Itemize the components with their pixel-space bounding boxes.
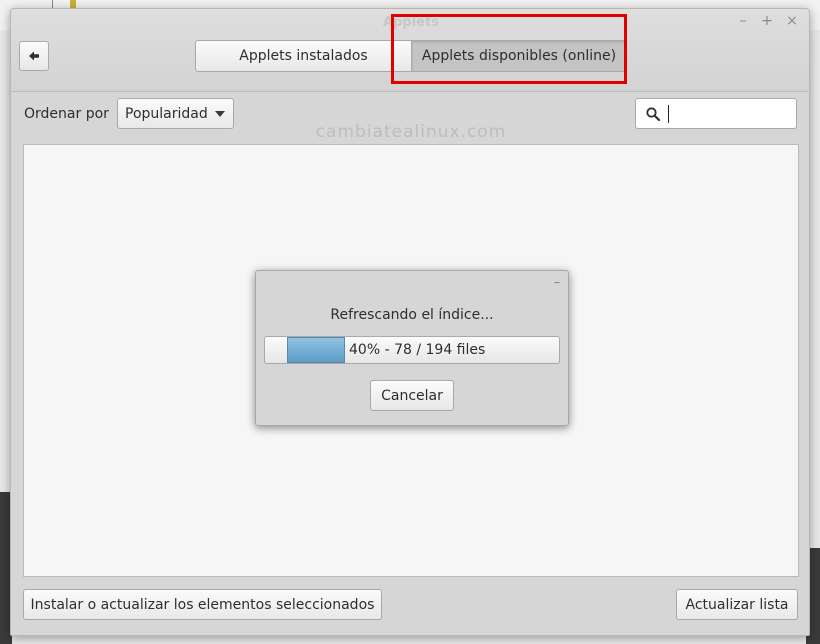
close-button[interactable]: × <box>783 12 801 30</box>
tab-installed-applets[interactable]: Applets instalados <box>195 40 411 72</box>
header-bar: Applets – + × Applets instalados Applets… <box>11 9 809 92</box>
desktop-detail <box>70 0 76 8</box>
cancel-button[interactable]: Cancelar <box>370 380 454 411</box>
minimize-button[interactable]: – <box>734 12 752 30</box>
tab-available-online[interactable]: Applets disponibles (online) <box>411 40 627 72</box>
progress-text: 40% - 78 / 194 files <box>349 342 486 358</box>
install-update-button[interactable]: Instalar o actualizar los elementos sele… <box>23 589 382 620</box>
progress-bar: 40% - 78 / 194 files <box>264 336 560 364</box>
window-title: Applets <box>383 15 439 30</box>
progress-bar-fill <box>287 337 345 363</box>
sort-label: Ordenar por <box>24 106 109 122</box>
refresh-list-button[interactable]: Actualizar lista <box>676 589 798 620</box>
dialog-message: Refrescando el índice... <box>330 307 494 323</box>
tab-bar: Applets instalados Applets disponibles (… <box>195 40 627 72</box>
progress-dialog: – Refrescando el índice... 40% - 78 / 19… <box>255 270 569 426</box>
dialog-minimize-button[interactable]: – <box>554 275 560 289</box>
back-arrow-icon <box>29 51 39 61</box>
back-button[interactable] <box>19 41 49 71</box>
applets-window: Applets – + × Applets instalados Applets… <box>10 8 810 636</box>
text-caret <box>668 105 669 123</box>
watermark: cambiatealinux.com <box>315 122 507 142</box>
dropdown-arrow-icon <box>215 111 225 117</box>
maximize-button[interactable]: + <box>758 12 776 30</box>
sort-dropdown-value: Popularidad <box>125 105 208 122</box>
search-icon <box>646 107 661 122</box>
